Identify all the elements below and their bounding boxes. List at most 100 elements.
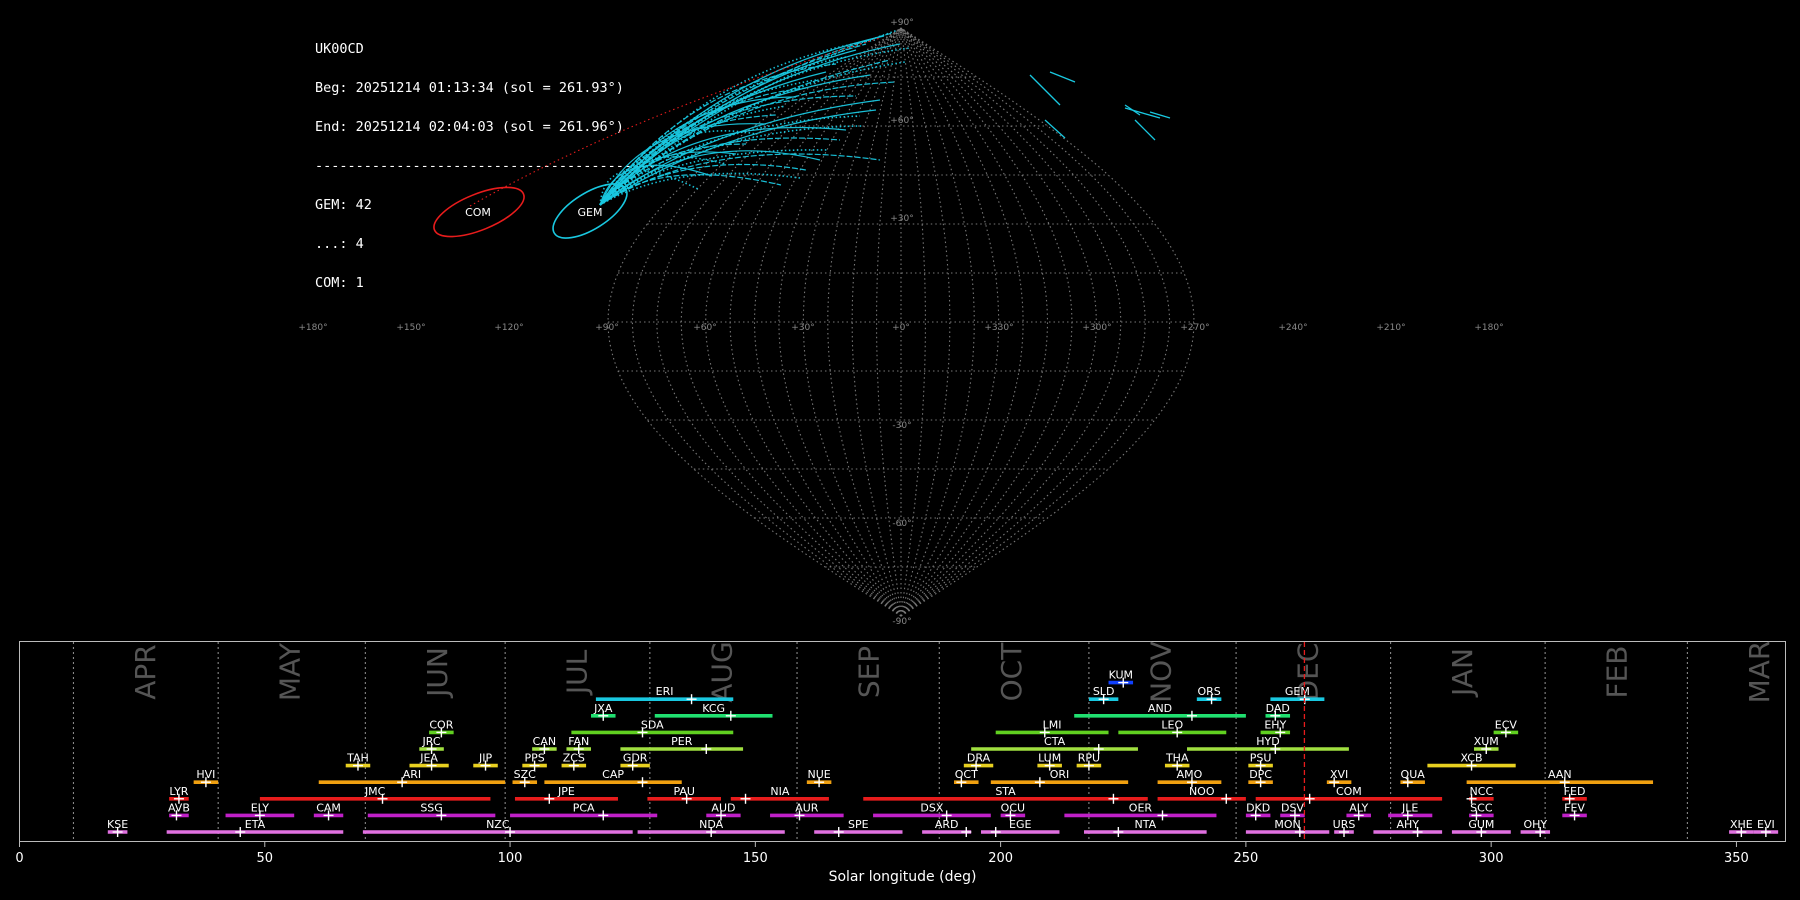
shower-label: DKD [1246, 801, 1270, 814]
shower-qua: QUA [1400, 768, 1426, 788]
shower-evi: EVI [1753, 818, 1779, 837]
lon-label: +180° [1474, 323, 1503, 333]
shower-pps: PPS [522, 752, 547, 771]
shower-label: JEA [419, 752, 438, 765]
shower-cta: CTA [971, 735, 1138, 754]
shower-aly: ALY [1346, 801, 1371, 821]
shower-label: AVB [168, 801, 190, 814]
shower-label: JLE [1401, 801, 1418, 814]
shower-jrc: JRC [419, 735, 444, 754]
shower-label: SCC [1470, 801, 1493, 814]
shower-label: OCT [955, 768, 978, 781]
shower-scc: SCC [1469, 801, 1494, 821]
shower-label: DPC [1249, 768, 1272, 781]
month-label: FEB [1601, 645, 1634, 698]
month-label: MAR [1743, 641, 1776, 704]
shower-label: SPE [848, 818, 869, 831]
shower-lmi: LMI [995, 718, 1109, 738]
lat-label-minus60: -60° [892, 519, 911, 529]
shower-ori: ORI [990, 768, 1129, 788]
shower-ssg: SSG [367, 801, 496, 821]
shower-oer: OER [1064, 801, 1217, 821]
shower-noo: NOO [1157, 785, 1246, 804]
shower-avb: AVB [168, 801, 190, 821]
shower-ors: ORS [1196, 685, 1222, 705]
shower-xhe: XHE [1729, 818, 1754, 837]
meteor-track [1044, 119, 1066, 139]
shower-label: XCB [1461, 752, 1483, 765]
shower-label: NIA [770, 785, 789, 798]
shower-ecv: ECV [1493, 718, 1519, 738]
shower-label: ZCS [563, 752, 585, 765]
month-label: OCT [995, 642, 1028, 702]
gem-radiant-label: GEM [578, 206, 603, 219]
shower-label: FAN [568, 735, 589, 748]
shower-label: GEM [1285, 685, 1310, 698]
shower-pau: PAU [647, 785, 721, 804]
shower-sld: SLD [1088, 685, 1119, 705]
shower-label: STA [995, 785, 1016, 798]
shower-gdr: GDR [620, 752, 650, 771]
shower-label: AND [1148, 702, 1172, 715]
shower-label: OER [1129, 801, 1153, 814]
shower-aan: AAN [1466, 768, 1654, 788]
shower-label: GDR [623, 752, 648, 765]
shower-cam: CAM [313, 801, 344, 821]
meridian-line [656, 27, 902, 617]
shower-sta: STA [863, 785, 1148, 804]
shower-label: CAN [533, 735, 556, 748]
shower-label: FED [1564, 785, 1586, 798]
lat-label-plus90: +90° [890, 18, 914, 28]
shower-mon: MON [1245, 818, 1330, 837]
shower-fev: FEV [1562, 801, 1587, 821]
shower-label: PCA [573, 801, 595, 814]
lon-label: +240° [1278, 323, 1307, 333]
shower-xvi: XVI [1326, 768, 1352, 788]
shower-label: PPS [524, 752, 544, 765]
month-label: JUN [421, 647, 454, 699]
shower-label: ARI [403, 768, 421, 781]
shower-label: SZC [514, 768, 537, 781]
lat-label-minus90: -90° [892, 617, 911, 627]
shower-hyd: HYD [1187, 735, 1349, 754]
shower-label: OHY [1523, 818, 1547, 831]
shower-cor: COR [429, 718, 454, 738]
month-label: AUG [705, 641, 738, 702]
lon-label: +270° [1180, 323, 1209, 333]
shower-nzc: NZC [362, 818, 633, 837]
shower-label: AUD [711, 801, 735, 814]
shower-label: LEO [1161, 718, 1183, 731]
shower-eta: ETA [166, 818, 344, 837]
shower-and: AND [1074, 702, 1246, 721]
x-tick-label: 200 [988, 851, 1013, 866]
shower-jpe: JPE [514, 785, 618, 804]
month-label: NOV [1144, 641, 1177, 703]
shower-label: HYD [1256, 735, 1279, 748]
shower-fed: FED [1562, 785, 1587, 804]
shower-zcs: ZCS [561, 752, 587, 771]
shower-eri: ERI [595, 685, 734, 705]
shower-amo: AMO [1157, 768, 1222, 788]
shower-xum: XUM [1474, 735, 1499, 754]
x-tick-label: 300 [1479, 851, 1504, 866]
shower-label: PSU [1250, 752, 1272, 765]
shower-label: NUE [807, 768, 830, 781]
shower-nue: NUE [806, 768, 832, 788]
shower-label: XHE [1730, 818, 1753, 831]
shower-jxa: JXA [590, 702, 616, 721]
shower-per: PER [620, 735, 744, 754]
meridian-line [900, 27, 1000, 617]
month-label: SEP [853, 646, 886, 698]
meteor-track [1134, 119, 1156, 141]
shower-can: CAN [532, 735, 557, 754]
shower-label: ECV [1495, 718, 1518, 731]
shower-nta: NTA [1084, 818, 1207, 837]
shower-label: ARD [935, 818, 959, 831]
shower-label: PAU [673, 785, 695, 798]
shower-lum: LUM [1037, 752, 1062, 771]
shower-label: ERI [656, 685, 674, 698]
shower-label: SDA [641, 718, 664, 731]
shower-label: AMO [1177, 768, 1203, 781]
shower-label: QUA [1401, 768, 1426, 781]
shower-ncc: NCC [1466, 785, 1494, 804]
